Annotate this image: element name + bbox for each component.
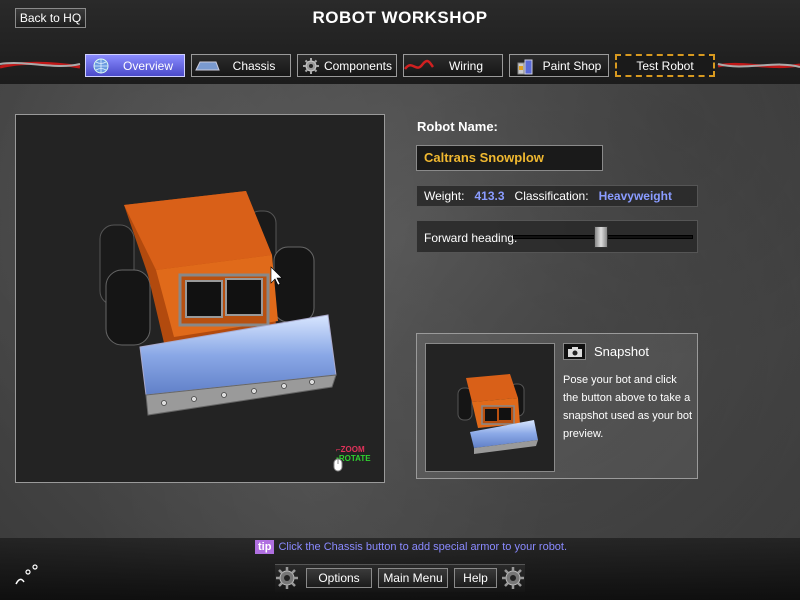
robot-name-label: Robot Name:: [417, 119, 498, 134]
robot-thumbnail: [457, 374, 538, 454]
globe-icon: [86, 56, 116, 75]
tab-chassis-label: Chassis: [232, 58, 276, 73]
cursor-icon: [15, 564, 38, 585]
camera-icon: [567, 346, 582, 357]
classification-label: Classification:: [514, 189, 589, 203]
forward-heading-control: Forward heading:: [416, 220, 698, 253]
snapshot-button[interactable]: [563, 343, 586, 360]
tab-paint-shop[interactable]: Paint Shop: [509, 54, 609, 77]
tab-test-robot-label: Test Robot: [636, 58, 694, 73]
tab-wiring[interactable]: Wiring: [403, 54, 503, 77]
rotate-hint-label: ROTATE: [338, 454, 371, 463]
tab-paint-shop-label: Paint Shop: [542, 58, 602, 73]
tab-components-label: Components: [323, 58, 392, 73]
gear-icon: [298, 56, 324, 75]
page-title: ROBOT WORKSHOP: [312, 8, 488, 27]
main-menu-button[interactable]: Main Menu: [378, 568, 448, 588]
forward-heading-label: Forward heading:: [424, 231, 518, 245]
tab-chassis[interactable]: Chassis: [191, 54, 291, 77]
tab-wiring-label: Wiring: [448, 58, 483, 73]
tab-overview-label: Overview: [122, 58, 173, 73]
snapshot-preview: [425, 343, 555, 472]
gear-icon: [502, 567, 524, 589]
zoom-hint-label: ZOOM: [340, 445, 365, 454]
tip-text: Click the Chassis button to add special …: [278, 541, 568, 553]
help-button[interactable]: Help: [454, 568, 497, 588]
tip-tag: tip: [255, 540, 275, 554]
snapshot-title: Snapshot: [594, 344, 649, 359]
classification-value: Heavyweight: [598, 189, 672, 203]
mouse-icon: [333, 458, 343, 472]
weight-label: Weight:: [424, 189, 465, 203]
tip-line: tip Click the Chassis button to add speci…: [255, 540, 568, 554]
header-bar: Back to HQ ROBOT WORKSHOP Overview Chass…: [0, 0, 800, 84]
heading-slider-thumb[interactable]: [594, 226, 609, 248]
chassis-icon: [192, 56, 222, 75]
options-button[interactable]: Options: [306, 568, 372, 588]
robot-model: [99, 191, 337, 416]
snapshot-description: Pose your bot and click the button above…: [563, 374, 693, 440]
tab-overview[interactable]: Overview: [85, 54, 185, 77]
weight-value: 413.3: [474, 189, 505, 203]
robot-3d-viewport[interactable]: ⌐ZOOM ▪ROTATE: [15, 114, 385, 483]
paint-cans-icon: [510, 56, 540, 75]
gear-icon: [276, 567, 298, 589]
tab-test-robot[interactable]: Test Robot: [615, 54, 715, 77]
tab-components[interactable]: Components: [297, 54, 397, 77]
snapshot-panel: Snapshot Pose your bot and click the but…: [416, 333, 698, 479]
wire-icon: [404, 56, 434, 75]
robot-stats-bar: Weight: 413.3 Classification: Heavyweigh…: [416, 185, 698, 207]
robot-name-input[interactable]: Caltrans Snowplow: [416, 145, 603, 171]
